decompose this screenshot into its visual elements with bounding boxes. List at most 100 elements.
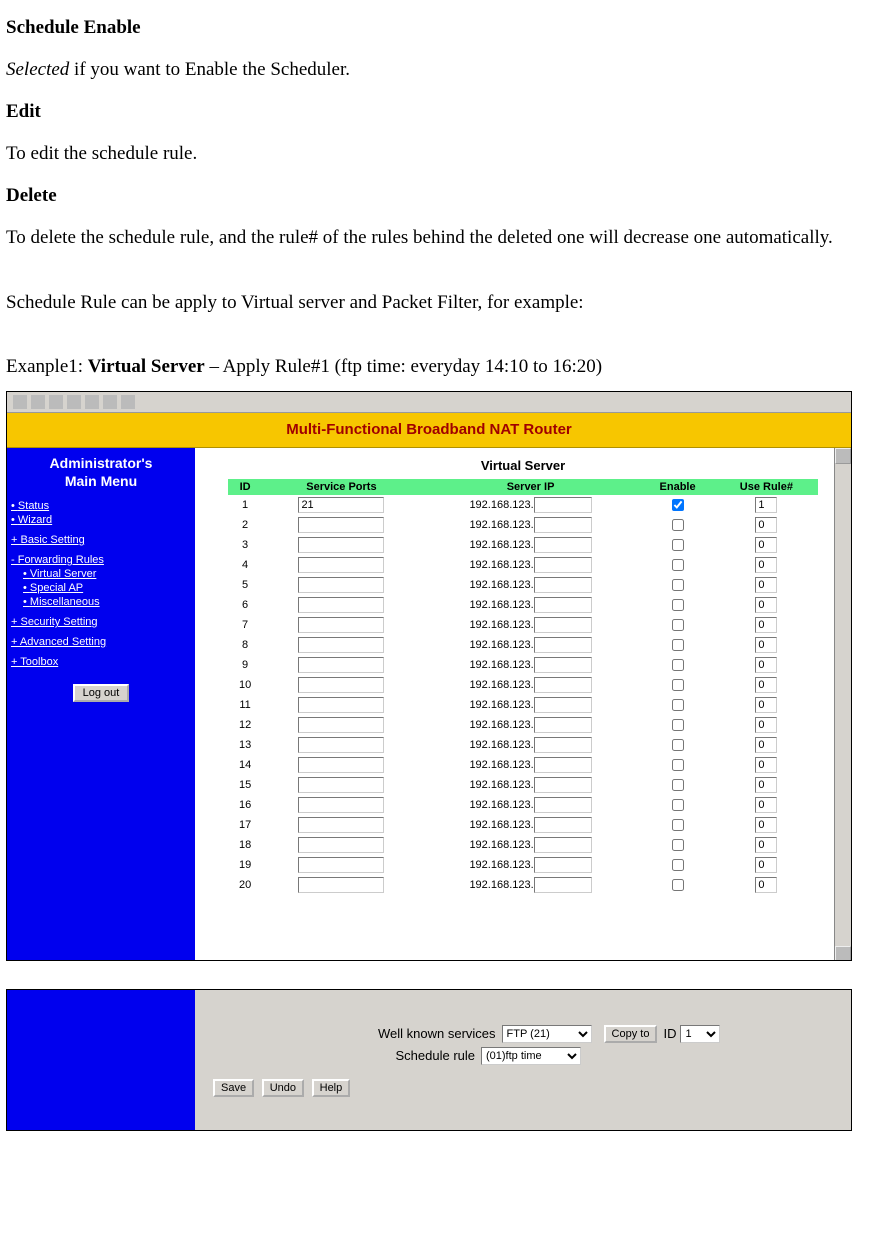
server-ip-input[interactable] [534, 537, 592, 553]
service-port-input[interactable] [298, 717, 384, 733]
enable-checkbox[interactable] [672, 719, 684, 731]
service-port-input[interactable] [298, 777, 384, 793]
use-rule-input[interactable] [755, 517, 777, 533]
sidebar-link-basic-setting[interactable]: + Basic Setting [11, 534, 191, 546]
server-ip-input[interactable] [534, 497, 592, 513]
undo-button[interactable]: Undo [262, 1079, 304, 1097]
save-button[interactable]: Save [213, 1079, 254, 1097]
use-rule-input[interactable] [755, 737, 777, 753]
enable-checkbox[interactable] [672, 759, 684, 771]
enable-checkbox[interactable] [672, 819, 684, 831]
use-rule-input[interactable] [755, 597, 777, 613]
enable-checkbox[interactable] [672, 699, 684, 711]
service-port-input[interactable] [298, 857, 384, 873]
id-select[interactable]: 1 [680, 1025, 720, 1043]
sidebar-link-security-setting[interactable]: + Security Setting [11, 616, 191, 628]
server-ip-input[interactable] [534, 857, 592, 873]
server-ip-input[interactable] [534, 677, 592, 693]
enable-checkbox[interactable] [672, 779, 684, 791]
schedule-rule-select[interactable]: (01)ftp time [481, 1047, 581, 1065]
use-rule-input[interactable] [755, 537, 777, 553]
sidebar-link-special-ap[interactable]: • Special AP [23, 582, 191, 594]
use-rule-input[interactable] [755, 677, 777, 693]
enable-checkbox[interactable] [672, 679, 684, 691]
ip-prefix: 192.168.123. [469, 539, 533, 551]
service-port-input[interactable] [298, 677, 384, 693]
service-port-input[interactable] [298, 797, 384, 813]
service-port-input[interactable] [298, 637, 384, 653]
service-port-input[interactable] [298, 617, 384, 633]
use-rule-input[interactable] [755, 837, 777, 853]
use-rule-input[interactable] [755, 797, 777, 813]
use-rule-input[interactable] [755, 657, 777, 673]
service-port-input[interactable] [298, 657, 384, 673]
use-rule-input[interactable] [755, 697, 777, 713]
enable-checkbox[interactable] [672, 859, 684, 871]
use-rule-input[interactable] [755, 717, 777, 733]
service-port-input[interactable] [298, 837, 384, 853]
server-ip-input[interactable] [534, 557, 592, 573]
sidebar-link-miscellaneous[interactable]: • Miscellaneous [23, 596, 191, 608]
well-known-services-select[interactable]: FTP (21) [502, 1025, 592, 1043]
use-rule-input[interactable] [755, 777, 777, 793]
sidebar-link-forwarding-rules[interactable]: - Forwarding Rules [11, 554, 191, 566]
server-ip-input[interactable] [534, 597, 592, 613]
enable-checkbox[interactable] [672, 839, 684, 851]
enable-checkbox[interactable] [672, 619, 684, 631]
server-ip-input[interactable] [534, 577, 592, 593]
use-rule-input[interactable] [755, 857, 777, 873]
service-port-input[interactable] [298, 577, 384, 593]
server-ip-input[interactable] [534, 757, 592, 773]
enable-checkbox[interactable] [672, 599, 684, 611]
server-ip-input[interactable] [534, 697, 592, 713]
server-ip-input[interactable] [534, 837, 592, 853]
enable-checkbox[interactable] [672, 519, 684, 531]
copy-to-button[interactable]: Copy to [604, 1025, 658, 1043]
service-port-input[interactable] [298, 537, 384, 553]
use-rule-input[interactable] [755, 617, 777, 633]
service-port-input[interactable] [298, 737, 384, 753]
use-rule-input[interactable] [755, 577, 777, 593]
server-ip-input[interactable] [534, 777, 592, 793]
enable-checkbox[interactable] [672, 879, 684, 891]
use-rule-input[interactable] [755, 757, 777, 773]
enable-checkbox[interactable] [672, 739, 684, 751]
sidebar-link-virtual-server[interactable]: • Virtual Server [23, 568, 191, 580]
enable-checkbox[interactable] [672, 539, 684, 551]
sidebar-link-advanced-setting[interactable]: + Advanced Setting [11, 636, 191, 648]
service-port-input[interactable] [298, 697, 384, 713]
server-ip-input[interactable] [534, 817, 592, 833]
server-ip-input[interactable] [534, 737, 592, 753]
service-port-input[interactable] [298, 557, 384, 573]
enable-checkbox[interactable] [672, 799, 684, 811]
server-ip-input[interactable] [534, 797, 592, 813]
enable-checkbox[interactable] [672, 639, 684, 651]
server-ip-input[interactable] [534, 517, 592, 533]
service-port-input[interactable] [298, 877, 384, 893]
help-button[interactable]: Help [312, 1079, 351, 1097]
use-rule-input[interactable] [755, 557, 777, 573]
enable-checkbox[interactable] [672, 559, 684, 571]
sidebar-link-toolbox[interactable]: + Toolbox [11, 656, 191, 668]
sidebar-link-status[interactable]: • Status [11, 500, 191, 512]
sidebar-link-wizard[interactable]: • Wizard [11, 514, 191, 526]
service-port-input[interactable] [298, 497, 384, 513]
use-rule-input[interactable] [755, 877, 777, 893]
enable-checkbox[interactable] [672, 659, 684, 671]
service-port-input[interactable] [298, 757, 384, 773]
service-port-input[interactable] [298, 597, 384, 613]
use-rule-input[interactable] [755, 817, 777, 833]
use-rule-input[interactable] [755, 637, 777, 653]
service-port-input[interactable] [298, 817, 384, 833]
scrollbar[interactable] [834, 448, 851, 961]
server-ip-input[interactable] [534, 657, 592, 673]
enable-checkbox[interactable] [672, 579, 684, 591]
use-rule-input[interactable] [755, 497, 777, 513]
server-ip-input[interactable] [534, 617, 592, 633]
enable-checkbox[interactable] [672, 499, 684, 511]
server-ip-input[interactable] [534, 877, 592, 893]
service-port-input[interactable] [298, 517, 384, 533]
logout-button[interactable]: Log out [73, 684, 130, 702]
server-ip-input[interactable] [534, 717, 592, 733]
server-ip-input[interactable] [534, 637, 592, 653]
